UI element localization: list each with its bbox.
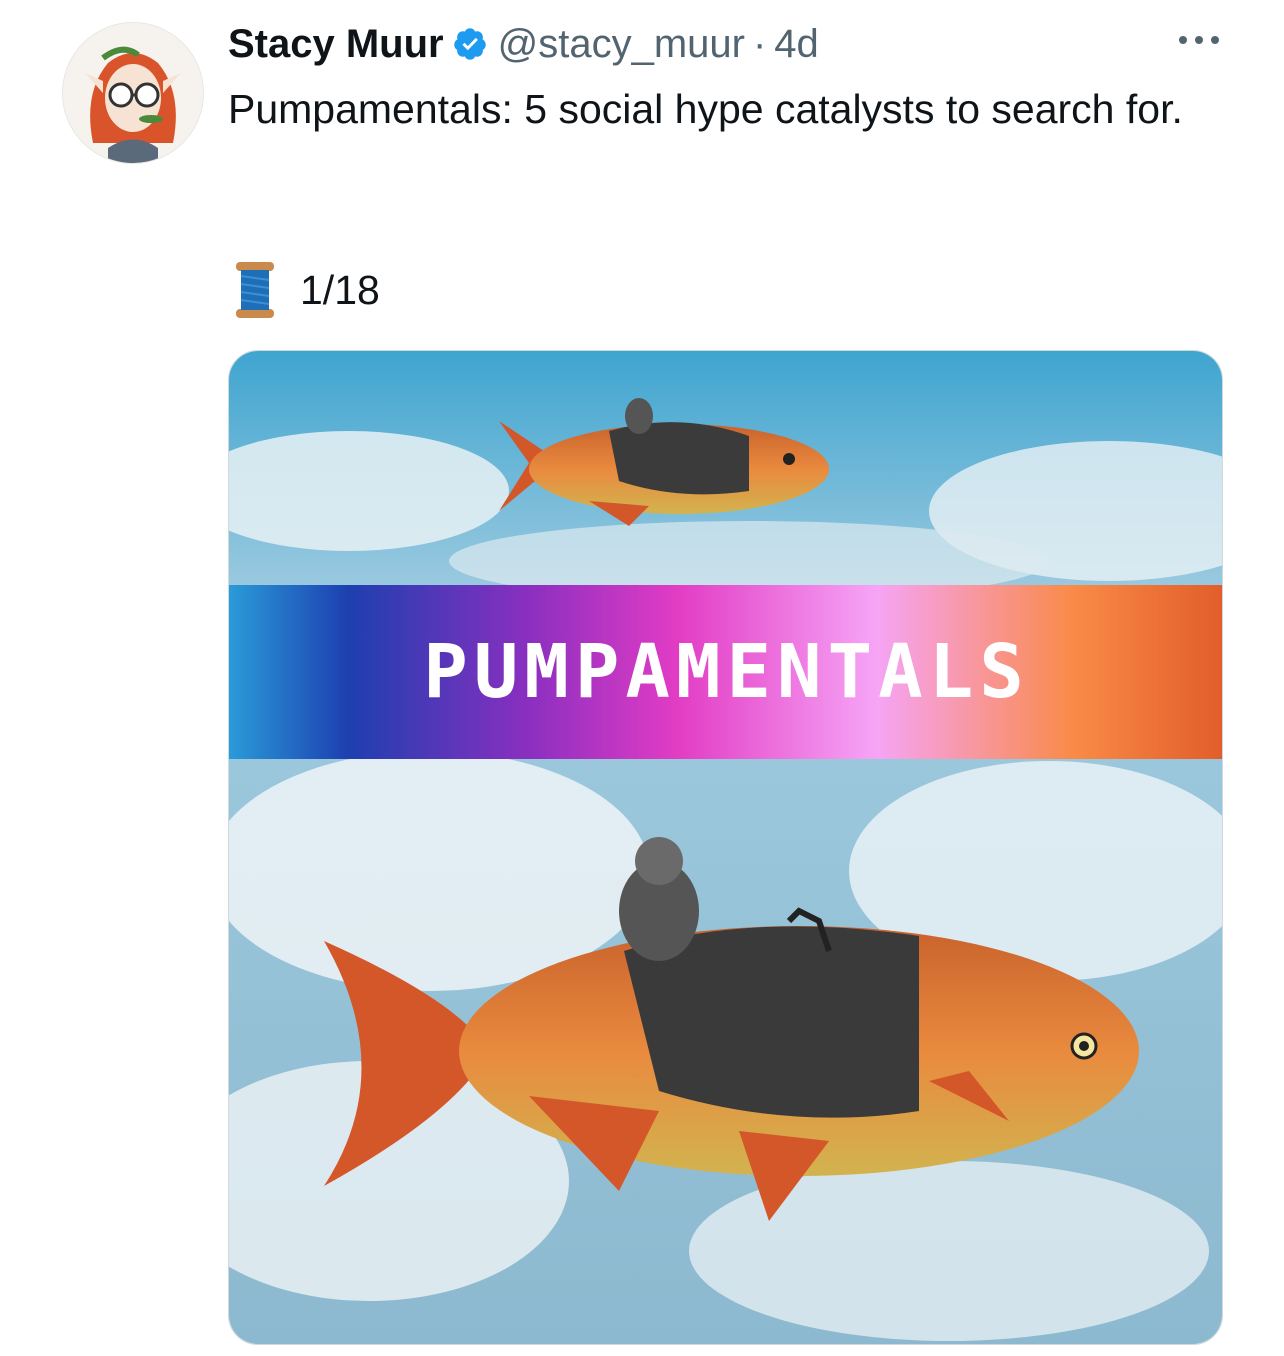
more-horizontal-icon[interactable] bbox=[1176, 30, 1222, 50]
thread-indicator: 1/18 bbox=[232, 258, 380, 322]
avatar[interactable] bbox=[62, 22, 204, 164]
tweet-timestamp[interactable]: 4d bbox=[774, 22, 819, 67]
thread-count: 1/18 bbox=[300, 266, 380, 313]
tweet-header: Stacy Muur @stacy_muur · 4d bbox=[228, 18, 819, 70]
verified-badge-icon[interactable] bbox=[452, 26, 488, 62]
flying-fish-pilot-image bbox=[229, 351, 1222, 1344]
tweet-media-image[interactable]: PUMPAMENTALS bbox=[228, 350, 1223, 1345]
avatar-image bbox=[63, 23, 203, 163]
author-display-name[interactable]: Stacy Muur bbox=[228, 22, 444, 67]
header-separator: · bbox=[752, 21, 767, 66]
author-handle[interactable]: @stacy_muur bbox=[498, 22, 745, 67]
tweet-text: Pumpamentals: 5 social hype catalysts to… bbox=[228, 86, 1183, 132]
spool-of-thread-icon bbox=[232, 260, 278, 320]
